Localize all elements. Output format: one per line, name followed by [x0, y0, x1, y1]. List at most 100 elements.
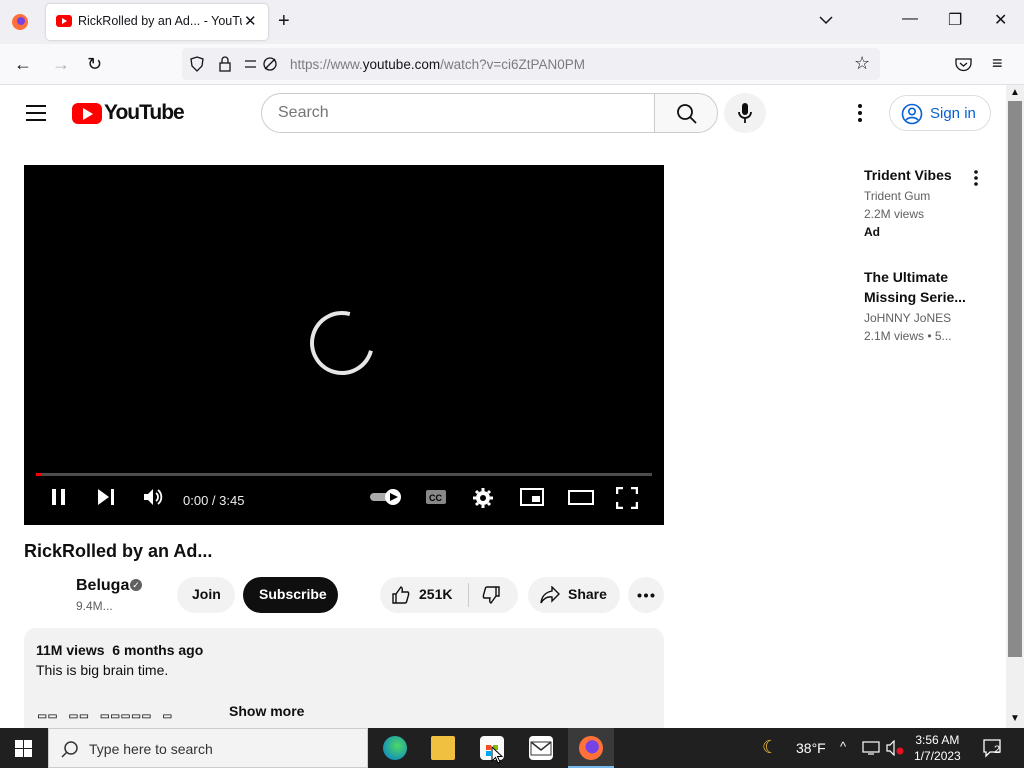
like-dislike-group: 251K	[380, 577, 518, 613]
list-all-tabs-icon[interactable]	[818, 12, 834, 28]
url-text[interactable]: https://www.youtube.com/watch?v=ci6ZtPAN…	[290, 57, 585, 72]
recommendation-item[interactable]: Trident Vibes Trident Gum 2.2M views Ad	[864, 165, 974, 241]
scroll-down-icon[interactable]: ▼	[1010, 713, 1020, 724]
loading-spinner-icon	[298, 299, 386, 387]
bookmark-star-icon[interactable]: ☆	[854, 53, 870, 74]
description-unrendered-glyphs: ▭▭ ▭▭ ▭▭▭▭▭ ▭	[38, 708, 174, 724]
app-menu-icon[interactable]: ≡	[992, 53, 1003, 74]
view-stats: 11M views 6 months ago	[36, 642, 204, 658]
permissions-icon[interactable]	[244, 56, 278, 72]
windows-start-icon[interactable]	[15, 740, 32, 757]
scroll-up-icon[interactable]: ▲	[1010, 87, 1020, 98]
recommendation-meta: 2.2M views	[864, 207, 925, 221]
search-input[interactable]: Search	[261, 93, 655, 133]
network-icon[interactable]	[862, 741, 880, 755]
autoplay-toggle[interactable]	[368, 487, 404, 507]
search-button[interactable]	[654, 93, 718, 133]
verified-badge-icon: ✓	[130, 579, 142, 591]
tracking-protection-icon[interactable]	[189, 56, 205, 72]
sign-in-button[interactable]: Sign in	[889, 95, 991, 131]
lock-icon[interactable]	[218, 56, 232, 72]
dislike-icon[interactable]	[481, 585, 501, 605]
recommendation-title[interactable]: The Ultimate Missing Serie...	[864, 267, 974, 307]
mail-icon[interactable]	[529, 736, 553, 760]
restore-icon[interactable]: ❐	[948, 10, 962, 30]
share-button[interactable]: Share	[528, 577, 620, 613]
back-icon[interactable]: ←	[14, 54, 32, 75]
recommendation-channel: Trident Gum	[864, 189, 931, 203]
video-player[interactable]: 0:00 / 3:45 CC	[24, 165, 664, 525]
youtube-logo-text[interactable]: YouTube	[104, 101, 185, 125]
windows-taskbar: Type here to search ☾ 38°F ^ 3:56 AM 1/7/…	[0, 728, 1024, 768]
recommendation-title[interactable]: Trident Vibes	[864, 165, 974, 185]
youtube-favicon-icon	[56, 15, 72, 27]
share-label: Share	[568, 586, 607, 602]
firefox-taskbar-button[interactable]	[568, 728, 614, 768]
like-icon[interactable]	[391, 585, 411, 605]
fullscreen-icon[interactable]	[616, 487, 638, 509]
recommendation-menu-icon[interactable]	[970, 169, 982, 187]
theater-mode-icon[interactable]	[568, 487, 594, 507]
next-icon[interactable]	[96, 487, 116, 507]
more-actions-button[interactable]	[628, 577, 664, 613]
subscriber-count: 9.4M...	[76, 599, 113, 613]
forward-icon[interactable]: →	[52, 54, 70, 75]
video-title: RickRolled by an Ad...	[24, 541, 213, 561]
youtube-logo-icon[interactable]	[72, 103, 102, 124]
settings-gear-icon[interactable]	[472, 487, 494, 509]
miniplayer-icon[interactable]	[520, 487, 544, 507]
microphone-icon	[738, 103, 752, 123]
progress-bar[interactable]	[36, 473, 652, 476]
progress-fill	[36, 473, 43, 476]
youtube-page: YouTube Search Sign in 0:00 / 3:45 CC Ri…	[0, 85, 1006, 728]
share-icon	[540, 586, 560, 604]
show-more-button[interactable]: Show more	[229, 703, 304, 719]
taskbar-clock[interactable]: 3:56 AM 1/7/2023	[914, 732, 961, 764]
edge-icon[interactable]	[383, 736, 407, 760]
reload-icon[interactable]: ↻	[87, 54, 102, 75]
svg-text:CC: CC	[429, 493, 442, 503]
scroll-thumb[interactable]	[1008, 101, 1022, 657]
voice-search-button[interactable]	[724, 93, 766, 133]
weather-icon[interactable]: ☾	[762, 737, 778, 758]
recommendation-item[interactable]: The Ultimate Missing Serie... JoHNNY JoN…	[864, 267, 974, 345]
search-icon	[677, 104, 697, 124]
account-icon	[901, 103, 923, 125]
pocket-icon[interactable]	[955, 57, 972, 72]
clock-date: 1/7/2023	[914, 749, 961, 763]
channel-name[interactable]: Beluga	[76, 577, 129, 595]
like-count[interactable]: 251K	[419, 586, 452, 602]
file-explorer-icon[interactable]	[431, 736, 455, 760]
taskbar-search-input[interactable]: Type here to search	[48, 728, 368, 768]
recommendation-channel: JoHNNY JoNES	[864, 311, 952, 325]
join-button[interactable]: Join	[177, 577, 235, 613]
clock-time: 3:56 AM	[915, 733, 960, 747]
tab-close-icon[interactable]: ✕	[244, 12, 257, 30]
new-tab-icon[interactable]: +	[278, 10, 290, 33]
join-label: Join	[192, 586, 221, 602]
time-display: 0:00 / 3:45	[183, 493, 245, 508]
ad-badge: Ad	[864, 225, 880, 239]
more-horizontal-icon	[637, 593, 655, 598]
mouse-cursor-icon	[491, 746, 503, 764]
subscribe-button[interactable]: Subscribe	[243, 577, 338, 613]
firefox-view-icon[interactable]	[10, 12, 30, 32]
subscribe-label: Subscribe	[259, 586, 327, 602]
search-placeholder: Search	[278, 104, 329, 121]
volume-icon[interactable]	[142, 487, 164, 507]
pause-icon[interactable]	[50, 487, 68, 507]
page-scrollbar[interactable]: ▲ ▼	[1006, 85, 1024, 728]
close-window-icon[interactable]: ✕	[994, 10, 1007, 30]
description-box[interactable]: 11M views 6 months ago This is big brain…	[24, 628, 664, 728]
notification-center-icon[interactable]: 2	[982, 738, 1002, 763]
volume-muted-icon[interactable]	[886, 740, 904, 756]
settings-more-icon[interactable]	[852, 103, 868, 123]
url-bar[interactable]: https://www.youtube.com/watch?v=ci6ZtPAN…	[182, 48, 880, 80]
tab-bar: RickRolled by an Ad... - YouTube ✕ + — ❐…	[0, 0, 1024, 44]
minimize-icon[interactable]: —	[902, 10, 918, 28]
guide-menu-icon[interactable]	[26, 105, 46, 126]
show-hidden-icons-icon[interactable]: ^	[840, 739, 846, 754]
tab-active[interactable]: RickRolled by an Ad... - YouTube ✕	[46, 4, 268, 40]
captions-icon[interactable]: CC	[424, 487, 448, 507]
weather-temperature[interactable]: 38°F	[796, 740, 826, 756]
